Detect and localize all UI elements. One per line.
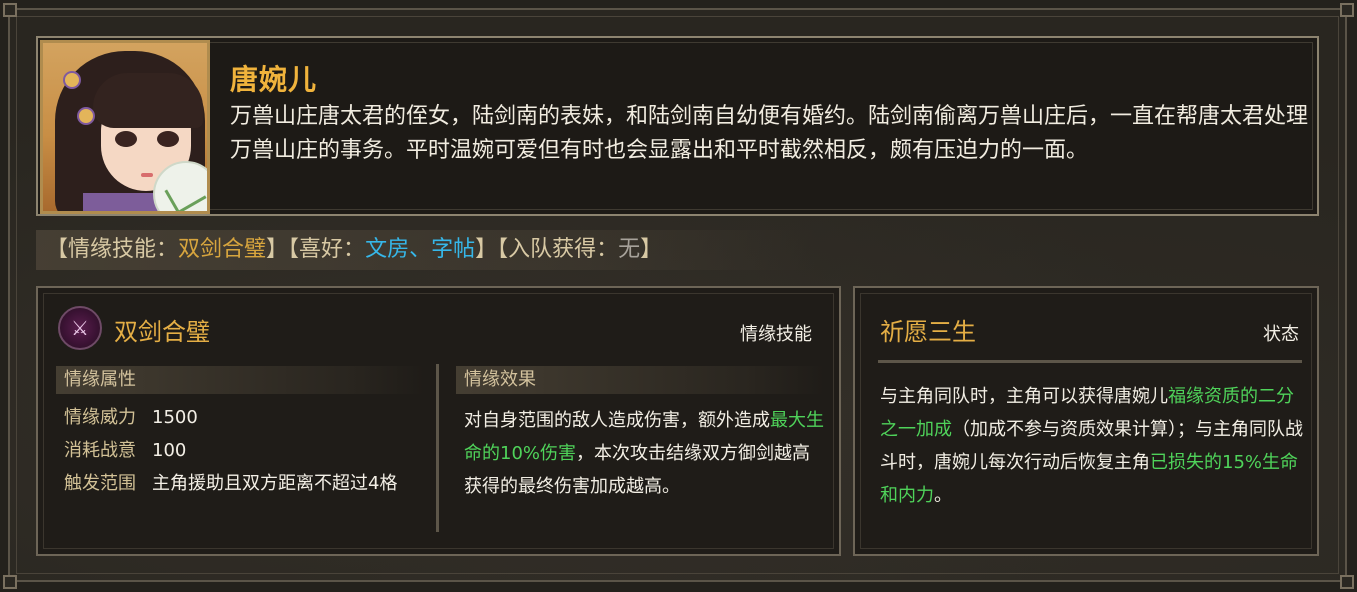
attr-row: 触发范围 主角援助且双方距离不超过4格	[64, 472, 397, 496]
column-divider	[436, 364, 439, 532]
tag-line: 【情缘技能：双剑合璧】【喜好：文房、字帖】【入队获得：无】	[46, 234, 662, 266]
attr-key: 触发范围	[64, 473, 136, 494]
character-name: 唐婉儿	[230, 63, 318, 96]
frame-corner	[1340, 3, 1354, 17]
twin-swords-skill-icon: ⚔	[58, 306, 102, 350]
character-portrait	[40, 40, 210, 214]
attr-row: 情缘威力 1500	[64, 406, 198, 430]
bond-skill-value: 双剑合璧	[178, 237, 267, 262]
join-label: 【入队获得：	[497, 237, 619, 262]
skill-type: 情缘技能	[740, 324, 812, 345]
attr-value: 主角援助且双方距离不超过4格	[152, 473, 398, 494]
effect-text: 对自身范围的敌人造成伤害，额外造成	[464, 410, 770, 431]
character-bio: 万兽山庄唐太君的侄女，陆剑南的表妹，和陆剑南自幼便有婚约。陆剑南偷离万兽山庄后，…	[230, 104, 1309, 163]
bracket-close: 】	[266, 237, 289, 262]
likes-label: 【喜好：	[288, 237, 366, 262]
state-text: 与主角同队时，主角可以获得唐婉儿	[880, 386, 1168, 407]
bond-skill-label: 【情缘技能：	[46, 237, 179, 262]
state-type: 状态	[1263, 324, 1299, 345]
state-title: 祈愿三生	[880, 318, 976, 346]
attr-key: 情缘威力	[64, 407, 136, 428]
likes-value: 文房、字帖	[365, 237, 476, 262]
frame-corner	[1340, 575, 1354, 589]
attr-key: 消耗战意	[64, 440, 136, 461]
attr-value: 1500	[152, 407, 198, 428]
flower-ornament-icon	[65, 73, 79, 87]
join-value: 无	[618, 237, 641, 262]
frame-corner	[3, 575, 17, 589]
attr-row: 消耗战意 100	[64, 439, 186, 463]
state-divider	[878, 360, 1302, 363]
flower-ornament-icon	[79, 109, 93, 123]
skill-name: 双剑合璧	[114, 318, 210, 346]
attr-header: 情缘属性	[56, 366, 424, 394]
frame-corner	[3, 3, 17, 17]
bracket-close: 】	[640, 237, 663, 262]
attr-value: 100	[152, 440, 187, 461]
bracket-close: 】	[475, 237, 498, 262]
effect-header: 情缘效果	[456, 366, 824, 394]
effect-description: 对自身范围的敌人造成伤害，额外造成最大生命的10%伤害，本次攻击结缘双方御剑越高…	[464, 404, 826, 503]
state-description: 与主角同队时，主角可以获得唐婉儿福缘资质的二分之一加成（加成不参与资质效果计算）…	[880, 380, 1310, 512]
state-text: 。	[934, 485, 952, 506]
